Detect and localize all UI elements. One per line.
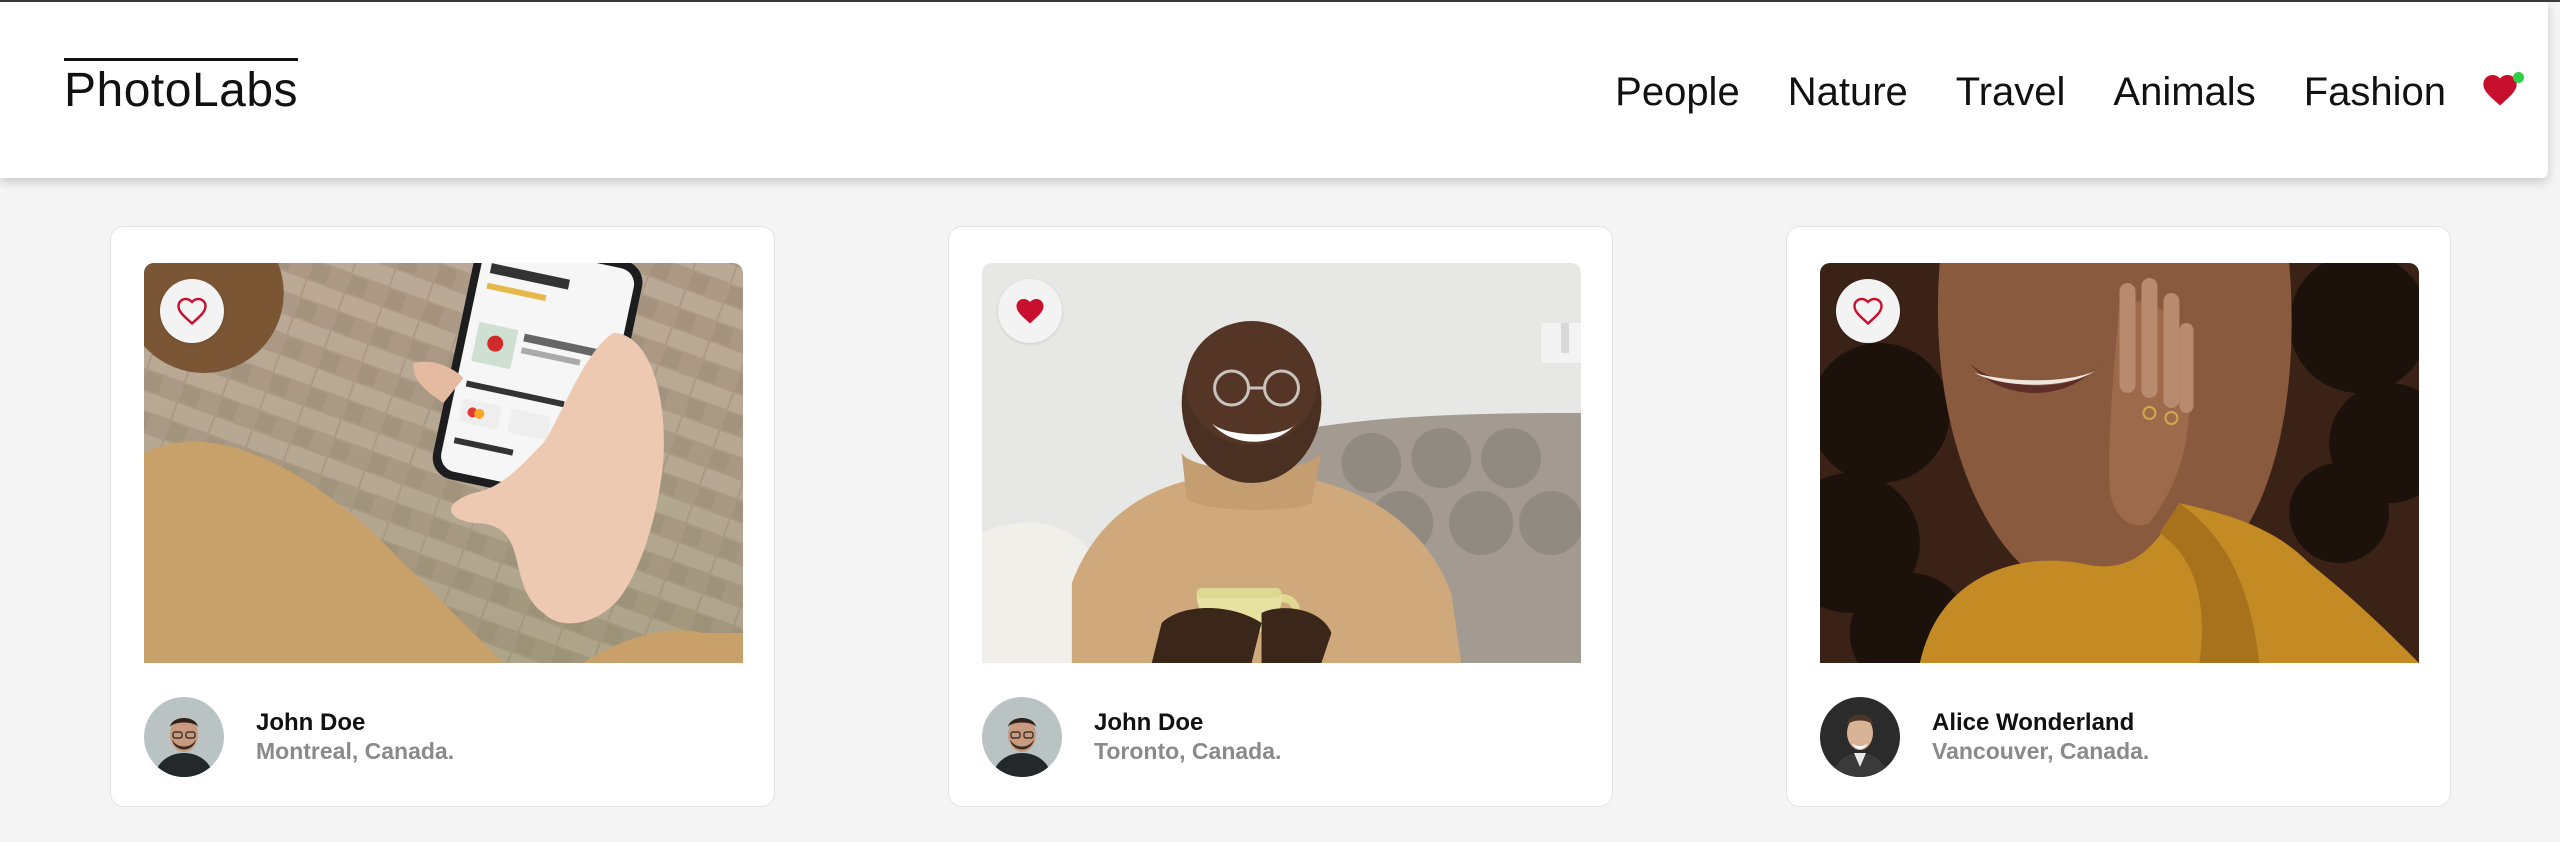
heart-outline-icon (177, 297, 207, 326)
topic-travel[interactable]: Travel (1956, 68, 2066, 116)
logo[interactable]: PhotoLabs (64, 58, 299, 115)
user-name: John Doe (1094, 709, 1204, 736)
user-info: John Doe Toronto, Canada. (1094, 709, 1281, 765)
heart-filled-icon (1016, 299, 1044, 324)
like-button[interactable] (998, 279, 1062, 343)
avatar[interactable] (1820, 697, 1900, 777)
user-name: John Doe (256, 709, 366, 736)
avatar[interactable] (982, 697, 1062, 777)
topic-list: People Nature Travel Animals Fashion (1615, 68, 2446, 116)
topic-animals[interactable]: Animals (2113, 68, 2255, 116)
topic-people[interactable]: People (1615, 68, 1740, 116)
heart-outline-icon (1853, 297, 1883, 326)
user-location: Toronto, Canada. (1094, 738, 1282, 764)
topic-fashion[interactable]: Fashion (2304, 68, 2446, 116)
photo-user: John Doe Montreal, Canada. (144, 697, 454, 777)
hand-holding-phone-photo (144, 263, 743, 663)
photo-user: John Doe Toronto, Canada. (982, 697, 1281, 777)
notification-dot (2513, 72, 2524, 83)
like-button[interactable] (160, 279, 224, 343)
top-nav-bar: PhotoLabs People Nature Travel Animals F… (0, 2, 2548, 178)
user-location: Vancouver, Canada. (1932, 738, 2150, 764)
photo-list: John Doe Montreal, Canada. John Doe Toro… (110, 226, 2451, 807)
smiling-man-with-mug-photo (982, 263, 1581, 663)
photo-user: Alice Wonderland Vancouver, Canada. (1820, 697, 2149, 777)
like-button[interactable] (1836, 279, 1900, 343)
avatar[interactable] (144, 697, 224, 777)
photo-card[interactable]: John Doe Montreal, Canada. (110, 226, 775, 807)
user-info: John Doe Montreal, Canada. (256, 709, 454, 765)
favorites-badge[interactable] (2480, 70, 2528, 110)
woman-yellow-sweater-photo (1820, 263, 2419, 663)
user-info: Alice Wonderland Vancouver, Canada. (1932, 709, 2149, 765)
user-location: Montreal, Canada. (256, 738, 455, 764)
topic-nature[interactable]: Nature (1788, 68, 1908, 116)
user-name: Alice Wonderland (1932, 709, 2135, 736)
photo-image[interactable] (982, 263, 1581, 663)
photo-image[interactable] (144, 263, 743, 663)
photo-image[interactable] (1820, 263, 2419, 663)
photo-card[interactable]: Alice Wonderland Vancouver, Canada. (1786, 226, 2451, 807)
photo-card[interactable]: John Doe Toronto, Canada. (948, 226, 1613, 807)
